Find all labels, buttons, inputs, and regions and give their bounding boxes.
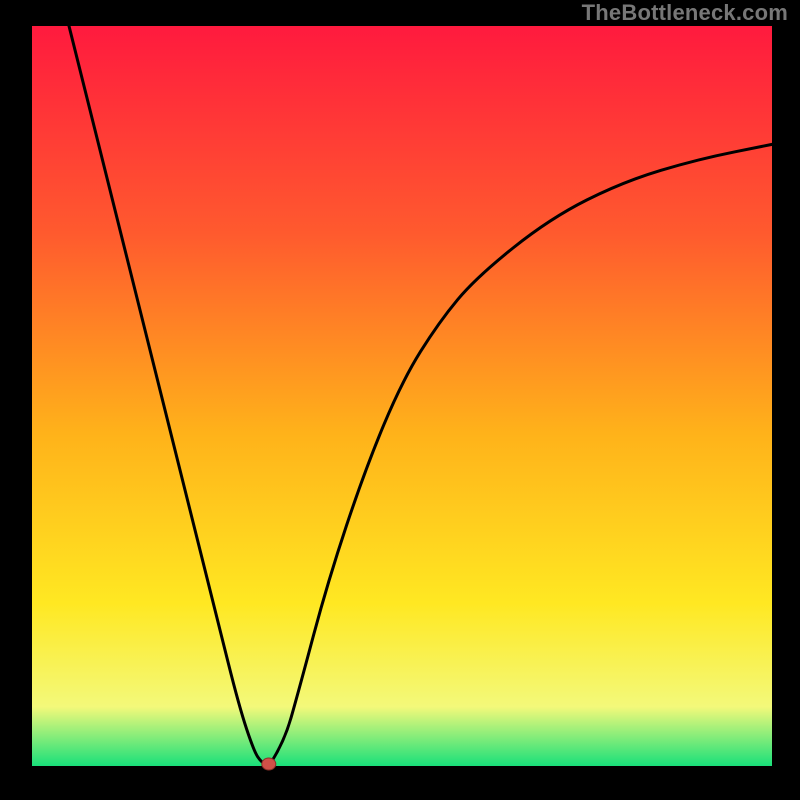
minimum-marker-dot (262, 758, 276, 770)
plot-area (32, 26, 772, 766)
bottleneck-chart (0, 0, 800, 800)
watermark-text: TheBottleneck.com (582, 0, 788, 26)
chart-stage: TheBottleneck.com (0, 0, 800, 800)
